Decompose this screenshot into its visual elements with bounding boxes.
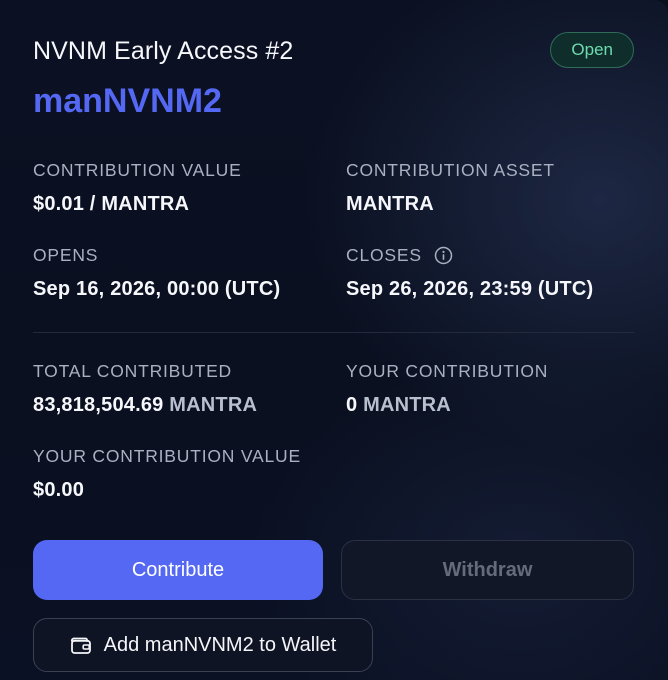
sale-card: NVNM Early Access #2 Open manNVNM2 CONTR… — [0, 0, 668, 680]
contribution-asset-value: MANTRA — [346, 193, 434, 215]
card-header: NVNM Early Access #2 Open — [33, 32, 634, 70]
withdraw-button[interactable]: Withdraw — [341, 540, 634, 600]
total-contributed-field: TOTAL CONTRIBUTED 83,818,504.69 MANTRA — [33, 361, 257, 417]
section-divider — [33, 332, 634, 333]
status-badge: Open — [550, 32, 634, 68]
your-contribution-value-label: YOUR CONTRIBUTION VALUE — [33, 446, 301, 466]
your-contribution-field: YOUR CONTRIBUTION 0 MANTRA — [346, 361, 548, 417]
contribution-value: $0.01 / MANTRA — [33, 193, 190, 215]
total-contributed-unit: MANTRA — [169, 394, 258, 416]
add-to-wallet-label: Add manNVNM2 to Wallet — [103, 633, 337, 656]
sale-title: NVNM Early Access #2 — [33, 37, 294, 65]
opens-value: Sep 16, 2026, 00:00 (UTC) — [33, 278, 281, 300]
add-to-wallet-button[interactable]: Add manNVNM2 to Wallet — [33, 618, 373, 672]
info-icon[interactable] — [434, 246, 453, 265]
total-contributed-label: TOTAL CONTRIBUTED — [33, 361, 232, 381]
opens-label: OPENS — [33, 245, 99, 265]
contribution-value-field: CONTRIBUTION VALUE $0.01 / MANTRA — [33, 160, 242, 216]
wallet-icon — [70, 635, 92, 655]
your-contribution-value-amount: $0.00 — [33, 479, 85, 501]
closes-label: CLOSES — [346, 245, 422, 265]
your-contribution-value-field: YOUR CONTRIBUTION VALUE $0.00 — [33, 446, 301, 502]
contribute-button[interactable]: Contribute — [33, 540, 323, 600]
closes-field: CLOSES Sep 26, 2026, 23:59 (UTC) — [346, 245, 593, 301]
contribution-asset-field: CONTRIBUTION ASSET MANTRA — [346, 160, 555, 216]
total-contributed-amount: 83,818,504.69 — [33, 394, 164, 416]
closes-label-row: CLOSES — [346, 245, 593, 266]
contribution-asset-label: CONTRIBUTION ASSET — [346, 160, 555, 180]
your-contribution-amount: 0 — [346, 394, 358, 416]
your-contribution-label: YOUR CONTRIBUTION — [346, 361, 549, 381]
total-contributed-value: 83,818,504.69 MANTRA — [33, 394, 257, 417]
your-contribution-value: 0 MANTRA — [346, 394, 548, 417]
token-name: manNVNM2 — [33, 82, 222, 120]
contribution-value-label: CONTRIBUTION VALUE — [33, 160, 242, 180]
opens-field: OPENS Sep 16, 2026, 00:00 (UTC) — [33, 245, 280, 301]
your-contribution-unit: MANTRA — [363, 394, 451, 416]
closes-value: Sep 26, 2026, 23:59 (UTC) — [346, 278, 594, 300]
